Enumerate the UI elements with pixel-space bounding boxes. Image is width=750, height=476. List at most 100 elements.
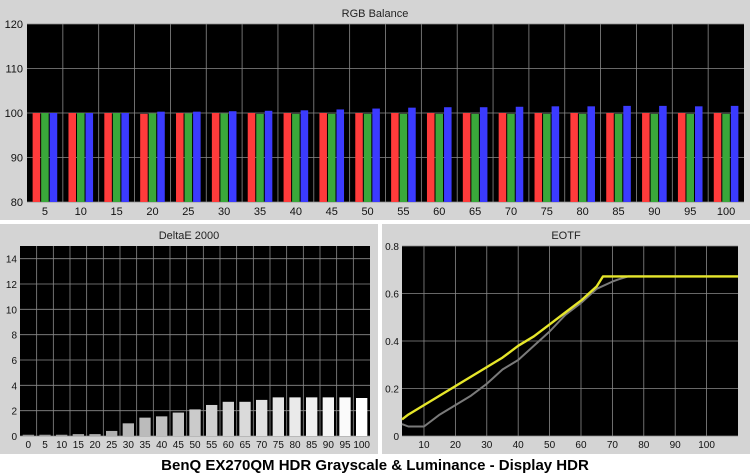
- rgb-bar: [77, 113, 85, 202]
- rgb-bar: [85, 113, 94, 202]
- deltae-bar: [222, 401, 234, 436]
- y-tick-label: 8: [11, 331, 17, 342]
- y-tick-label: 0: [393, 432, 399, 443]
- rgb-bar: [157, 111, 165, 202]
- x-tick-label: 10: [75, 206, 87, 218]
- x-tick-label: 70: [505, 206, 517, 218]
- x-tick-label: 60: [575, 440, 587, 451]
- rgb-bar: [247, 113, 256, 202]
- x-tick-label: 95: [684, 206, 696, 218]
- x-tick-label: 15: [73, 440, 85, 451]
- deltae-bar: [89, 434, 101, 436]
- rgb-bar: [220, 113, 228, 202]
- x-tick-label: 10: [418, 440, 430, 451]
- x-tick-label: 65: [239, 440, 251, 451]
- x-tick-label: 10: [56, 440, 68, 451]
- rgb-bar: [292, 113, 300, 202]
- x-tick-label: 40: [513, 440, 525, 451]
- deltae-bar: [322, 397, 334, 436]
- rgb-bar: [677, 113, 686, 202]
- rgb-bar: [336, 109, 345, 202]
- rgb-bar: [176, 113, 184, 202]
- y-tick-label: 110: [5, 64, 23, 76]
- deltae-bar: [22, 434, 34, 436]
- deltae-bar: [339, 397, 351, 436]
- rgb-bar: [41, 113, 49, 202]
- x-tick-label: 75: [541, 206, 553, 218]
- deltae-chart: 024681012140 5 10 15 20 25 30 35 40 45 50 55 60 65 70 7…: [6, 246, 370, 451]
- x-tick-label: 30: [481, 440, 493, 451]
- y-tick-label: 10: [6, 305, 18, 316]
- eotf-panel: EOTF 0 0.2 0.4 0.6 0.8 10 20 30 40 50 60 70 80 90 100: [382, 224, 750, 454]
- x-tick-label: 30: [123, 440, 135, 451]
- rgb-bar: [148, 113, 157, 202]
- x-tick-label: 5: [42, 206, 48, 218]
- rgb-bar: [391, 113, 399, 202]
- rgb-bar: [283, 113, 292, 202]
- x-tick-label: 40: [156, 440, 168, 451]
- deltae-bar: [172, 412, 184, 436]
- y-tick-label: 90: [11, 153, 23, 165]
- rgb-bar: [372, 108, 380, 202]
- x-tick-label: 50: [361, 206, 373, 218]
- x-tick-label: 30: [218, 206, 230, 218]
- rgb-bar: [319, 113, 327, 202]
- rgb-bar: [551, 106, 560, 202]
- y-tick-label: 4: [11, 381, 17, 392]
- y-tick-label: 6: [11, 356, 17, 367]
- deltae-bar: [39, 434, 51, 436]
- rgb-bar: [228, 111, 237, 202]
- rgb-bar: [193, 111, 201, 202]
- rgb-bar: [462, 113, 471, 202]
- x-tick-label: 40: [290, 206, 302, 218]
- rgb-balance-panel: RGB Balance 80 90 100 110 120 5 10 15 20 25 30 35 40…: [0, 0, 750, 220]
- rgb-bar: [444, 107, 452, 202]
- y-tick-label: 0.8: [385, 242, 399, 253]
- y-tick-label: 80: [11, 197, 23, 209]
- deltae-bar: [256, 399, 268, 436]
- x-tick-label: 35: [139, 440, 151, 451]
- rgb-bar: [570, 113, 578, 202]
- rgb-bar: [327, 113, 336, 202]
- y-tick-label: 120: [5, 19, 23, 31]
- deltae-bar: [272, 397, 284, 436]
- rgb-bar: [543, 113, 551, 202]
- rgb-bar: [498, 113, 507, 202]
- plot-area: [20, 246, 370, 436]
- rgb-bar: [264, 110, 273, 202]
- rgb-bar: [408, 107, 416, 202]
- x-tick-label: 35: [254, 206, 266, 218]
- x-tick-label: 85: [612, 206, 624, 218]
- rgb-bar: [659, 105, 667, 202]
- rgb-bar: [300, 110, 309, 202]
- rgb-bar: [479, 107, 488, 202]
- x-tick-label: 95: [339, 440, 351, 451]
- rgb-bar: [507, 113, 515, 202]
- rgb-bar: [534, 113, 543, 202]
- x-tick-label: 100: [698, 440, 715, 451]
- rgb-balance-chart: 80 90 100 110 120 5 10 15 20 25 30 35 40 45 50 55 60 65 70…: [5, 19, 744, 218]
- rgb-bar: [140, 113, 148, 202]
- rgb-bar: [112, 113, 121, 202]
- x-tick-label: 20: [89, 440, 101, 451]
- x-tick-label: 85: [306, 440, 318, 451]
- rgb-bar: [650, 113, 659, 202]
- rgb-bar: [184, 113, 193, 202]
- x-tick-label: 90: [648, 206, 660, 218]
- rgb-bar: [686, 113, 694, 202]
- x-tick-label: 55: [397, 206, 409, 218]
- x-tick-label: 70: [607, 440, 619, 451]
- y-tick-label: 12: [6, 280, 18, 291]
- deltae-bar: [239, 401, 251, 436]
- x-tick-label: 80: [289, 440, 301, 451]
- page-caption: BenQ EX270QM HDR Grayscale & Luminance -…: [161, 457, 589, 474]
- y-tick-label: 0.4: [385, 337, 399, 348]
- rgb-bar: [730, 105, 739, 202]
- x-tick-label: 5: [42, 440, 48, 451]
- y-tick-label: 0.6: [385, 290, 399, 301]
- rgb-bar: [722, 113, 730, 202]
- deltae-bar: [122, 423, 134, 436]
- rgb-bar: [256, 113, 264, 202]
- eotf-chart: 0 0.2 0.4 0.6 0.8 10 20 30 40 50 60 70 80 90 100: [385, 242, 738, 451]
- x-tick-label: 15: [111, 206, 123, 218]
